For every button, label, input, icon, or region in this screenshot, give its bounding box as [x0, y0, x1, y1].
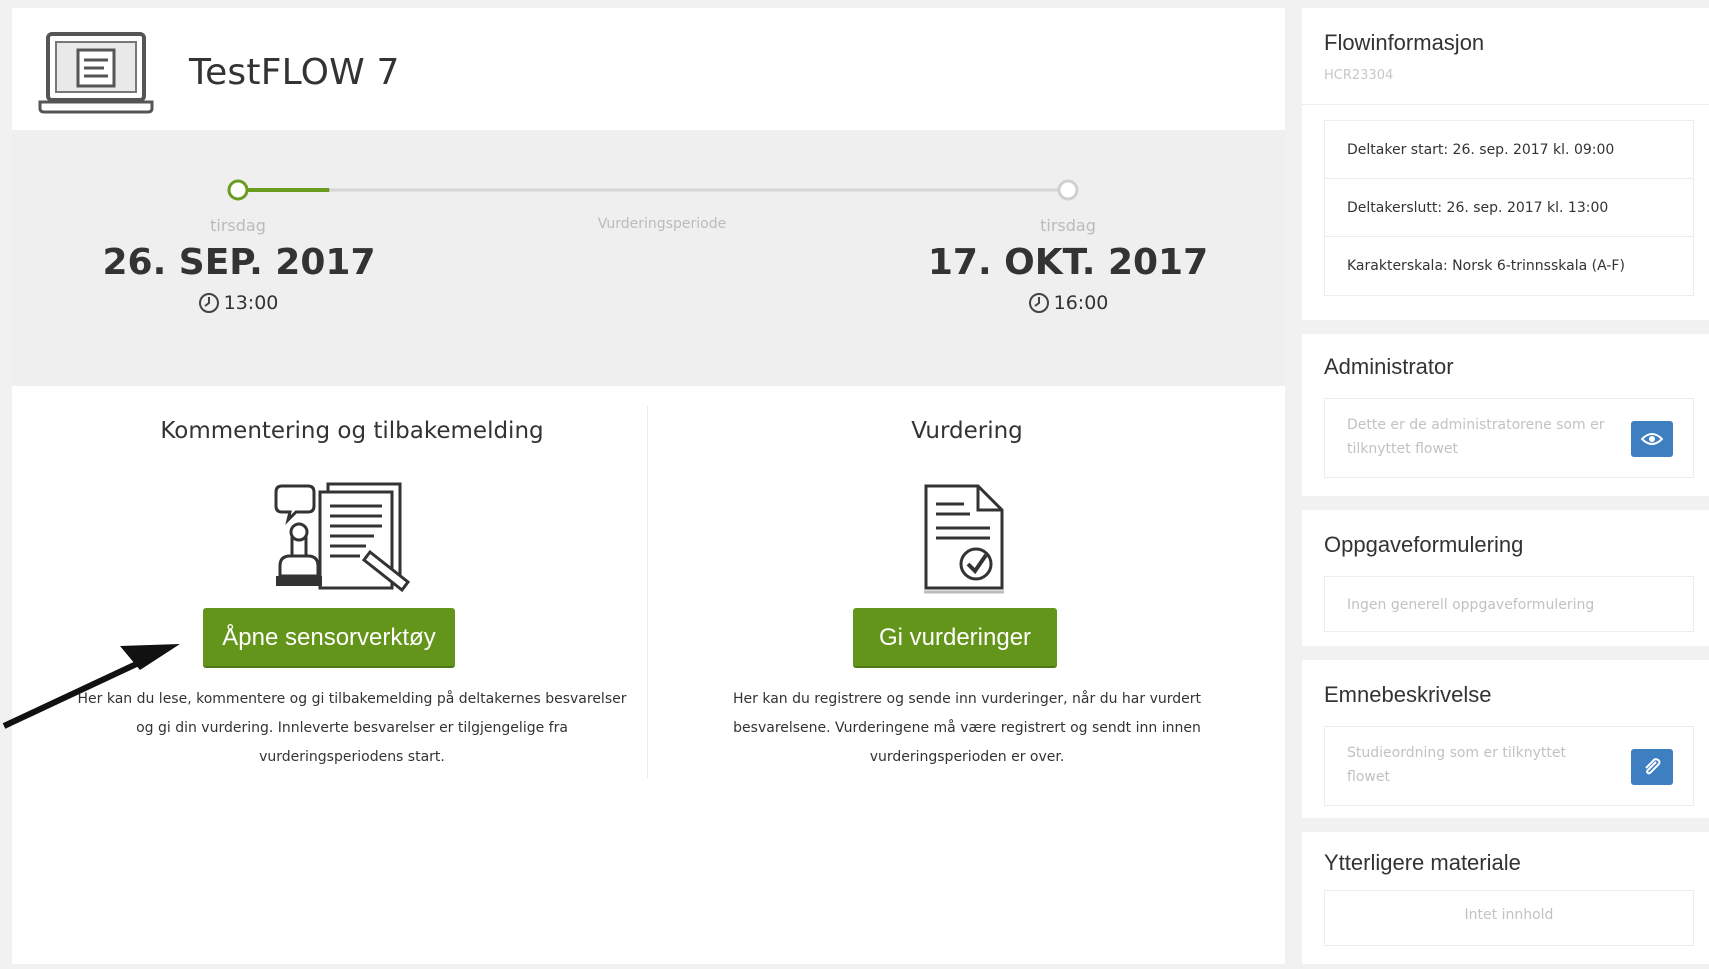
subject-text-line1: Studieordning som er tilknyttet — [1347, 745, 1566, 761]
task-text: Ingen generell oppgaveformulering — [1347, 597, 1595, 613]
subject-panel: Emnebeskrivelse Studieordning som er til… — [1302, 660, 1709, 818]
flow-header: TestFLOW 7 — [12, 8, 1285, 130]
end-time-text: 16:00 — [1053, 292, 1109, 314]
administrator-title: Administrator — [1324, 354, 1454, 379]
action-columns: Kommentering og tilbakemelding Åpne sens… — [12, 386, 1285, 786]
start-time: 13:00 — [138, 292, 338, 314]
give-grades-button[interactable]: Gi vurderinger — [853, 608, 1057, 668]
laptop-icon — [38, 32, 154, 114]
paperclip-icon — [1645, 758, 1661, 775]
page-title: TestFLOW 7 — [189, 52, 400, 93]
administrator-text: Dette er de administratorene som er tilk… — [1347, 413, 1604, 461]
period-label: Vurderingsperiode — [597, 216, 727, 232]
assessment-timeline: tirsdag Vurderingsperiode tirsdag 26. SE… — [12, 130, 1285, 386]
administrator-text-line1: Dette er de administratorene som er — [1347, 417, 1605, 433]
participant-end: Deltakerslutt: 26. sep. 2017 kl. 13:00 — [1325, 179, 1693, 237]
view-administrators-button[interactable] — [1631, 421, 1673, 457]
participant-start: Deltaker start: 26. sep. 2017 kl. 09:00 — [1325, 121, 1693, 179]
flowinfo-panel: Flowinformasjon HCR23304 Deltaker start:… — [1302, 8, 1709, 320]
extra-material-title: Ytterligere materiale — [1324, 850, 1521, 875]
grading-desc-line2: besvarelsene. Vurderingene må være regis… — [733, 720, 1201, 736]
timeline-start-marker — [227, 179, 249, 201]
feedback-document-icon — [274, 482, 411, 593]
eye-icon — [1641, 433, 1663, 445]
subject-title: Emnebeskrivelse — [1324, 682, 1492, 707]
timeline-end-marker — [1057, 179, 1079, 201]
flow-code: HCR23304 — [1324, 68, 1394, 83]
administrator-text-line2: tilknyttet flowet — [1347, 441, 1459, 457]
start-date: 26. SEP. 2017 — [102, 242, 376, 283]
flowinfo-list: Deltaker start: 26. sep. 2017 kl. 09:00 … — [1324, 120, 1694, 296]
grading-scale: Karakterskala: Norsk 6-trinnsskala (A-F) — [1347, 258, 1625, 274]
start-day: tirsdag — [210, 216, 266, 235]
clock-icon — [198, 293, 219, 313]
task-title: Oppgaveformulering — [1324, 532, 1524, 557]
grading-desc-line1: Her kan du registrere og sende inn vurde… — [732, 691, 1201, 707]
extra-material-card: Intet innhold — [1324, 890, 1694, 946]
end-date: 17. OKT. 2017 — [927, 242, 1209, 283]
grading-title: Vurdering — [911, 418, 1023, 444]
sidebar: Flowinformasjon HCR23304 Deltaker start:… — [1302, 8, 1709, 964]
feedback-desc-line3: vurderingsperiodens start. — [259, 749, 445, 765]
subject-text: Studieordning som er tilknyttet flowet — [1347, 741, 1566, 789]
administrator-panel: Administrator Dette er de administratore… — [1302, 334, 1709, 496]
flowinfo-title: Flowinformasjon — [1324, 30, 1485, 55]
subject-text-line2: flowet — [1347, 769, 1390, 785]
graded-document-icon — [924, 484, 1004, 594]
feedback-title: Kommentering og tilbakemelding — [160, 418, 544, 444]
task-card: Ingen generell oppgaveformulering — [1324, 576, 1694, 632]
extra-material-panel: Ytterligere materiale Intet innhold — [1302, 832, 1709, 964]
end-time: 16:00 — [968, 292, 1168, 314]
extra-material-empty: Intet innhold — [1464, 907, 1554, 923]
administrator-card: Dette er de administratorene som er tilk… — [1324, 398, 1694, 478]
end-day: tirsdag — [1040, 216, 1096, 235]
open-sensor-tool-button[interactable]: Åpne sensorverktøy — [203, 608, 455, 668]
clock-icon — [1028, 293, 1049, 313]
pointer-arrow-icon — [2, 644, 180, 729]
subject-card: Studieordning som er tilknyttet flowet — [1324, 726, 1694, 806]
grading-desc-line3: vurderingsperioden er over. — [869, 749, 1065, 765]
task-panel: Oppgaveformulering Ingen generell oppgav… — [1302, 510, 1709, 646]
open-attachment-button[interactable] — [1631, 749, 1673, 785]
start-time-text: 13:00 — [223, 292, 279, 314]
grading-description: Her kan du registrere og sende inn vurde… — [667, 685, 1267, 772]
main-content: TestFLOW 7 tirsdag Vurderingsperiode tir… — [12, 8, 1285, 964]
panel-divider — [1302, 104, 1709, 105]
